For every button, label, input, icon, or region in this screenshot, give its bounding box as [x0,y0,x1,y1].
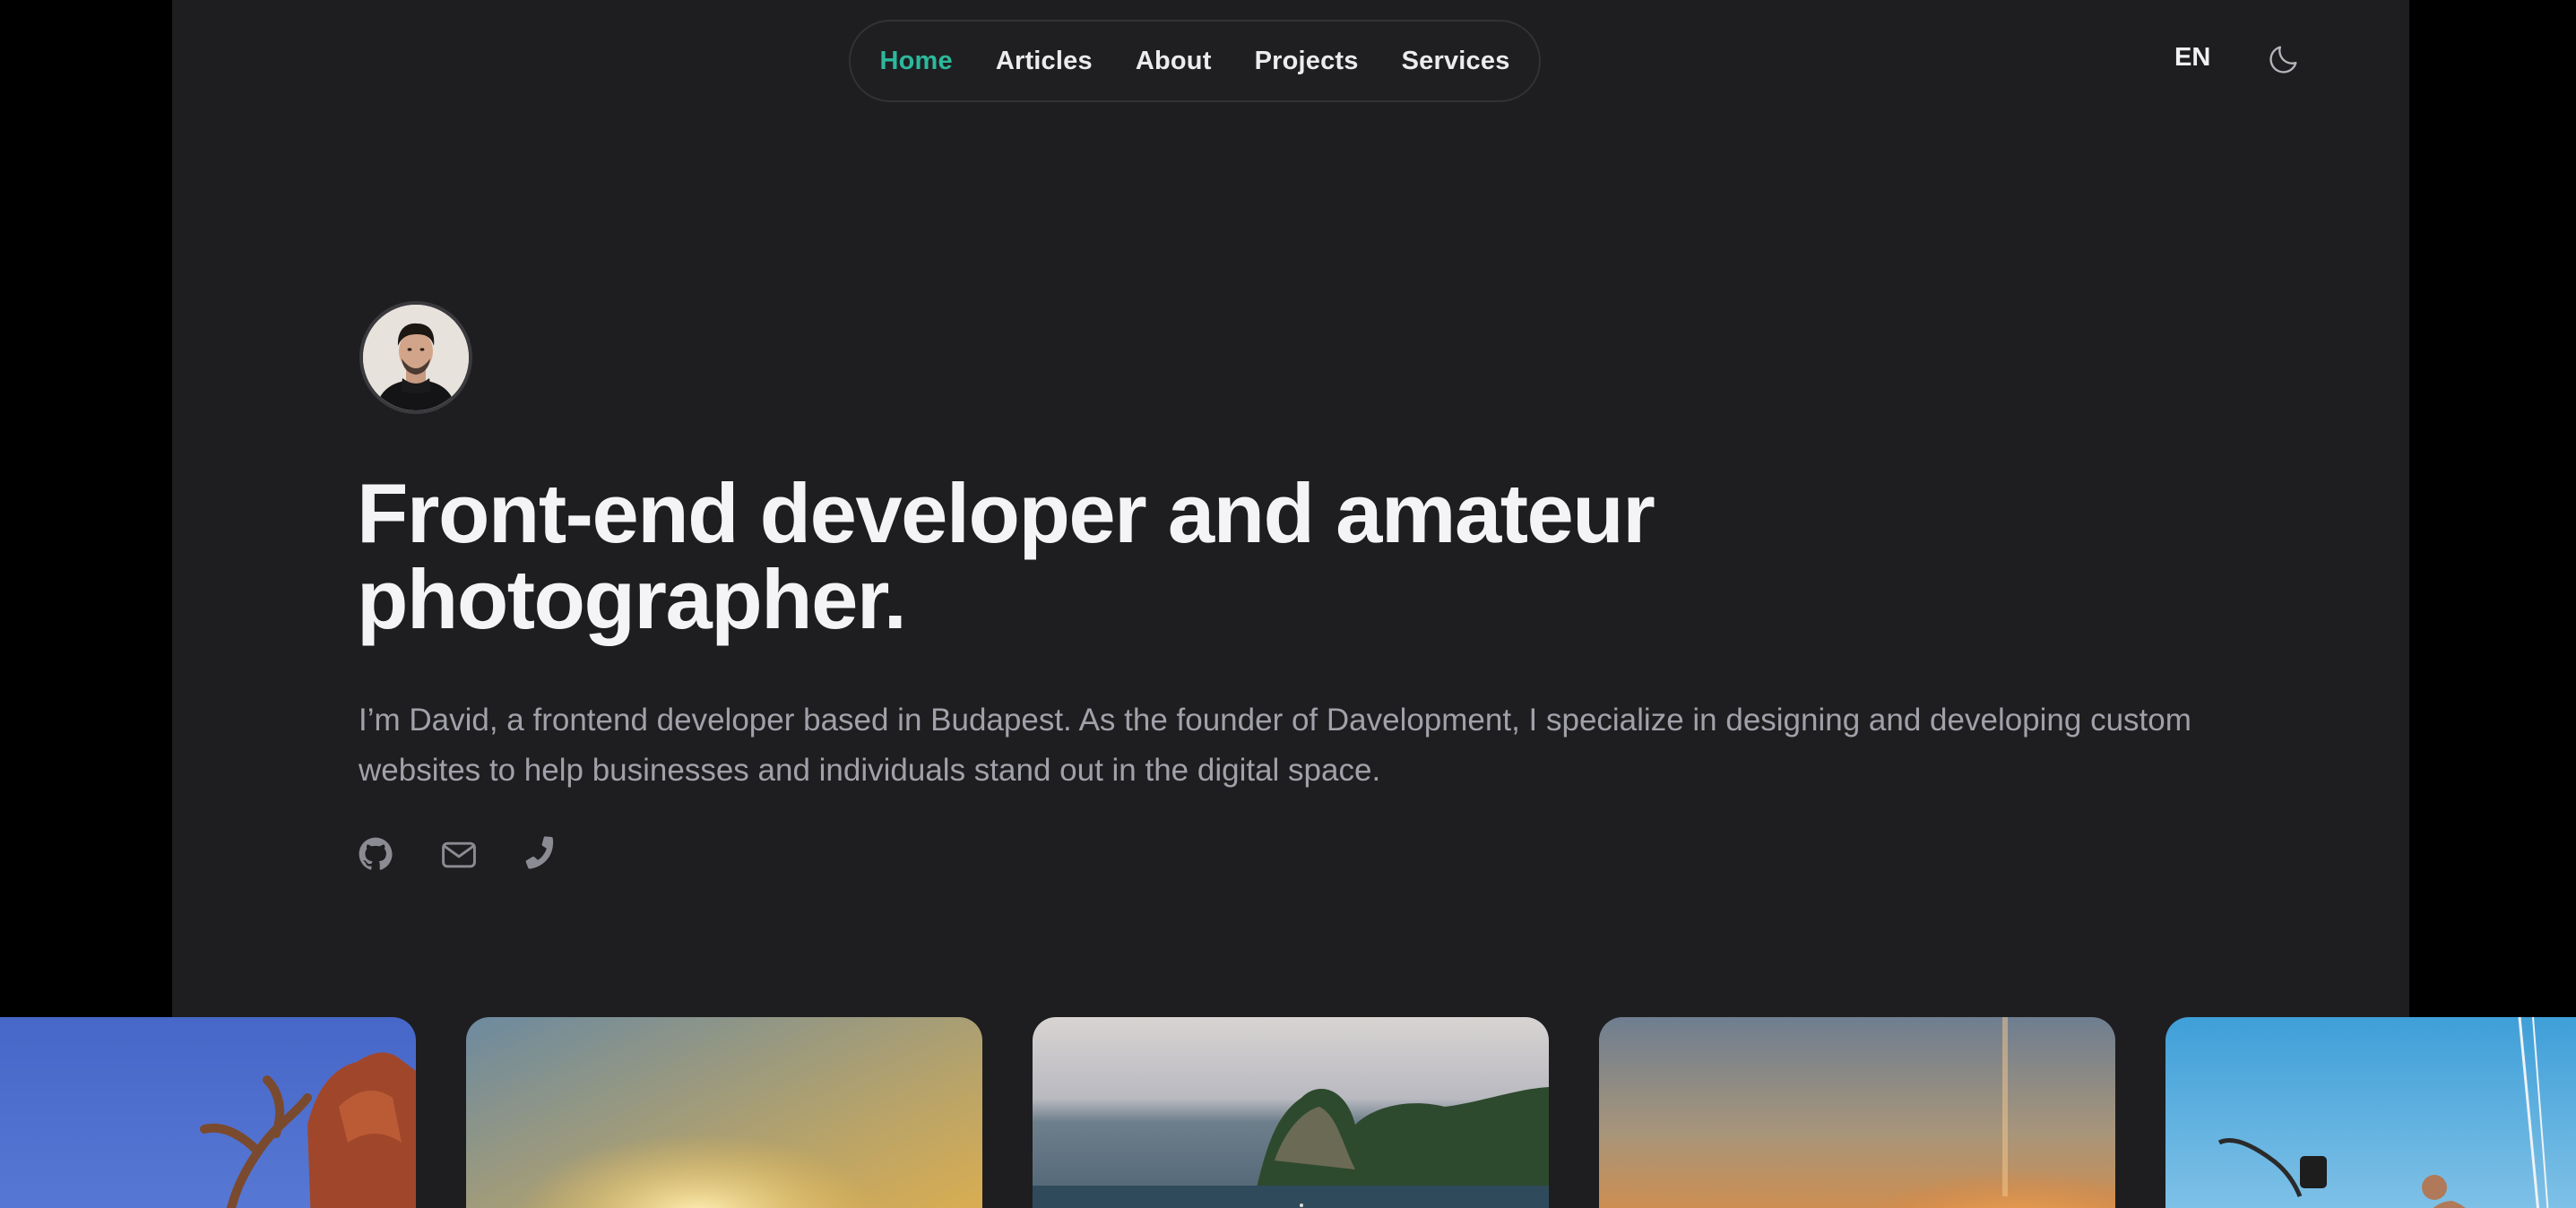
moon-icon[interactable] [2266,41,2302,77]
photo-sunset-sea[interactable] [466,1017,982,1208]
nav-home[interactable]: Home [879,47,952,76]
nav-services[interactable]: Services [1402,47,1510,76]
nav-about[interactable]: About [1136,47,1212,76]
photo-sunset-sky[interactable] [1599,1017,2115,1208]
photo-desert-rocks[interactable] [0,1017,416,1208]
hero-title: Front-end developer and amateur photogra… [357,466,1655,646]
phone-icon[interactable] [522,835,563,876]
nav-articles[interactable]: Articles [996,47,1093,76]
github-icon[interactable] [357,835,398,876]
mail-icon[interactable] [439,835,480,876]
main-nav: Home Articles About Projects Services [849,20,1541,102]
photo-sailing-boat[interactable] [2165,1017,2576,1208]
avatar[interactable] [359,301,472,414]
language-switcher[interactable]: EN [2174,43,2210,73]
nav-projects[interactable]: Projects [1255,47,1359,76]
page: Home Articles About Projects Services EN… [0,0,2576,1208]
hero-description: I’m David, a frontend developer based in… [359,703,2191,788]
photo-tropical-island[interactable] [1033,1017,1549,1208]
